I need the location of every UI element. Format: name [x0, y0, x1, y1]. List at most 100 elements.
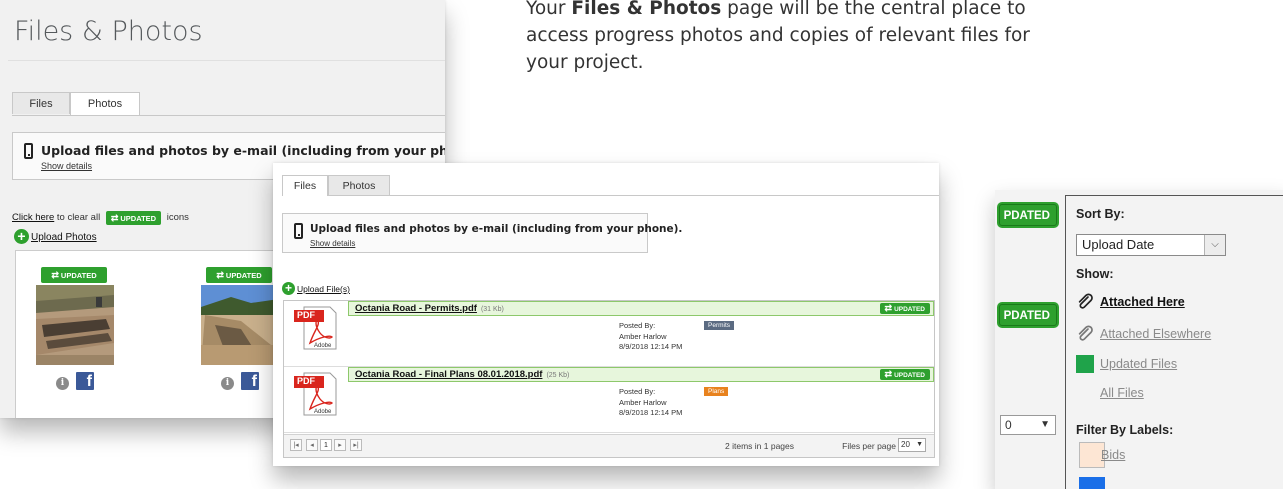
sort-select-value: Upload Date — [1082, 237, 1155, 252]
filter-by-labels-label: Filter By Labels: — [1076, 423, 1174, 437]
file-name-line: Octania Road - Final Plans 08.01.2018.pd… — [355, 369, 569, 380]
files-per-page-value: 20 — [901, 440, 910, 449]
updated-badge-label: UPDATED — [60, 271, 97, 280]
pdf-file-icon[interactable]: PDF Adobe — [290, 371, 338, 417]
title-divider — [8, 60, 445, 61]
file-row: PDF Adobe Octania Road - Permits.pdf (31 … — [284, 301, 934, 367]
sync-arrows-icon: ⇄ — [110, 213, 119, 223]
show-details-link[interactable]: Show details — [41, 161, 92, 171]
intro-text-pre: Your — [526, 0, 572, 19]
tab-photos[interactable]: Photos — [70, 92, 140, 115]
file-row: PDF Adobe Octania Road - Final Plans 08.… — [284, 367, 934, 433]
clear-updated-line: Click here to clear all ⇄ UPDATED icons — [12, 210, 189, 225]
paperclip-icon — [1078, 293, 1093, 309]
files-per-page-label: Files per page — [842, 441, 896, 451]
updated-badge-label: UPDATED — [894, 372, 925, 379]
prev-page-icon[interactable]: ◂ — [306, 439, 318, 451]
posted-date: 8/9/2018 12:14 PM — [619, 342, 683, 351]
facebook-icon[interactable]: f — [76, 372, 94, 390]
last-page-icon[interactable]: ▸| — [350, 439, 362, 451]
show-label: Show: — [1076, 267, 1114, 281]
info-icon[interactable]: i — [56, 377, 69, 390]
email-upload-text: Upload files and photos by e-mail (inclu… — [41, 143, 445, 158]
show-details-link[interactable]: Show details — [310, 239, 355, 248]
posted-by-name: Amber Harlow — [619, 331, 667, 341]
posted-date: 8/9/2018 12:14 PM — [619, 408, 683, 417]
file-name-line: Octania Road - Permits.pdf (31 Kb) — [355, 303, 504, 314]
file-label-tag[interactable]: Permits — [704, 321, 735, 330]
tab-bar: Files Photos — [12, 92, 445, 116]
sort-filter-panel: PDATED PDATED 0 ▼ Sort By: Upload Date ⌵ … — [995, 190, 1283, 489]
sync-arrows-icon: ⇄ — [884, 369, 893, 379]
progress-photo[interactable] — [36, 285, 114, 365]
sidebar: Sort By: Upload Date ⌵ Show: Attached He… — [1065, 195, 1283, 489]
email-upload-text: Upload files and photos by e-mail (inclu… — [310, 223, 683, 235]
updated-badge: ⇄ UPDATED — [879, 369, 930, 380]
progress-photo[interactable] — [201, 285, 279, 365]
page-size-select[interactable]: 0 ▼ — [1000, 415, 1056, 435]
adobe-label: Adobe — [314, 409, 332, 415]
add-circle-icon[interactable]: + — [282, 282, 295, 295]
updated-badge-label: UPDATED — [120, 214, 157, 223]
label-swatch-legal[interactable] — [1079, 477, 1105, 489]
pdf-file-icon[interactable]: PDF Adobe — [290, 305, 338, 351]
updated-badge: ⇄ UPDATED — [41, 267, 107, 283]
show-option-label: Attached Elsewhere — [1100, 327, 1212, 341]
chevron-down-icon: ▼ — [916, 441, 923, 448]
intro-line-3: your project. — [526, 52, 644, 73]
posted-by-name: Amber Harlow — [619, 397, 667, 407]
tab-files[interactable]: Files — [282, 175, 328, 196]
file-meta: Posted By: Amber Harlow 8/9/2018 12:14 P… — [619, 321, 682, 353]
posted-by-label: Posted By: — [619, 321, 656, 330]
upload-photos-link[interactable]: Upload Photos — [31, 232, 97, 243]
email-upload-box: Upload files and photos by e-mail (inclu… — [282, 213, 682, 253]
tab-files[interactable]: Files — [12, 92, 70, 114]
chevron-down-icon: ⌵ — [1204, 235, 1225, 255]
files-panel: Files Photos Upload files and photos by … — [273, 163, 939, 466]
posted-by-label: Posted By: — [619, 387, 656, 396]
file-name-link[interactable]: Octania Road - Permits.pdf — [355, 303, 477, 314]
updated-badge-label: UPDATED — [894, 306, 925, 313]
file-name-link[interactable]: Octania Road - Final Plans 08.01.2018.pd… — [355, 369, 542, 380]
adobe-label: Adobe — [314, 343, 332, 349]
file-label-tag[interactable]: Plans — [704, 387, 729, 396]
sync-arrows-icon: ⇄ — [51, 270, 59, 280]
file-header: Octania Road - Final Plans 08.01.2018.pd… — [348, 367, 934, 382]
intro-line-1: Your Files & Photos page will be the cen… — [526, 0, 1026, 22]
show-option-label: All Files — [1100, 386, 1144, 400]
intro-bold: Files & Photos — [571, 0, 722, 19]
updated-badge-label: UPDATED — [225, 271, 262, 280]
sync-arrows-icon: ⇄ — [884, 303, 893, 313]
updated-badge: ⇄ UPDATED — [105, 211, 162, 225]
label-filter-name: Bids — [1101, 448, 1126, 462]
tab-bar: Files Photos — [282, 175, 939, 196]
info-icon[interactable]: i — [221, 377, 234, 390]
clear-text: to clear all — [54, 212, 103, 223]
first-page-icon[interactable]: |◂ — [290, 439, 302, 451]
phone-icon — [24, 143, 33, 159]
facebook-icon[interactable]: f — [241, 372, 259, 390]
updated-badge: PDATED — [999, 204, 1057, 226]
green-square-icon — [1076, 355, 1094, 373]
paperclip-icon — [1078, 325, 1093, 341]
add-circle-icon[interactable]: + — [14, 229, 29, 244]
chevron-down-icon: ▼ — [1040, 419, 1050, 430]
clear-here-link[interactable]: Click here — [12, 212, 54, 223]
files-per-page-select[interactable]: 20 ▼ — [898, 438, 926, 452]
file-size: (25 Kb) — [546, 372, 570, 379]
file-header: Octania Road - Permits.pdf (31 Kb) ⇄ UPDAT… — [348, 301, 934, 316]
file-size: (31 Kb) — [480, 306, 504, 313]
page-number[interactable]: 1 — [320, 439, 332, 451]
updated-badge: PDATED — [999, 304, 1057, 326]
intro-line-2: access progress photos and copies of rel… — [526, 25, 1030, 46]
show-option-label: Updated Files — [1100, 357, 1178, 371]
sort-select[interactable]: Upload Date ⌵ — [1076, 234, 1226, 256]
clear-text-end: icons — [164, 212, 189, 223]
upload-files-link[interactable]: Upload File(s) — [297, 284, 350, 294]
next-page-icon[interactable]: ▸ — [334, 439, 346, 451]
sort-by-label: Sort By: — [1076, 207, 1125, 221]
tab-photos[interactable]: Photos — [328, 175, 390, 195]
pager: |◂ ◂ 1 ▸ ▸| 2 items in 1 pages Files per… — [284, 434, 934, 457]
page-size-value: 0 — [1005, 418, 1012, 432]
file-meta: Posted By: Amber Harlow 8/9/2018 12:14 P… — [619, 387, 682, 419]
